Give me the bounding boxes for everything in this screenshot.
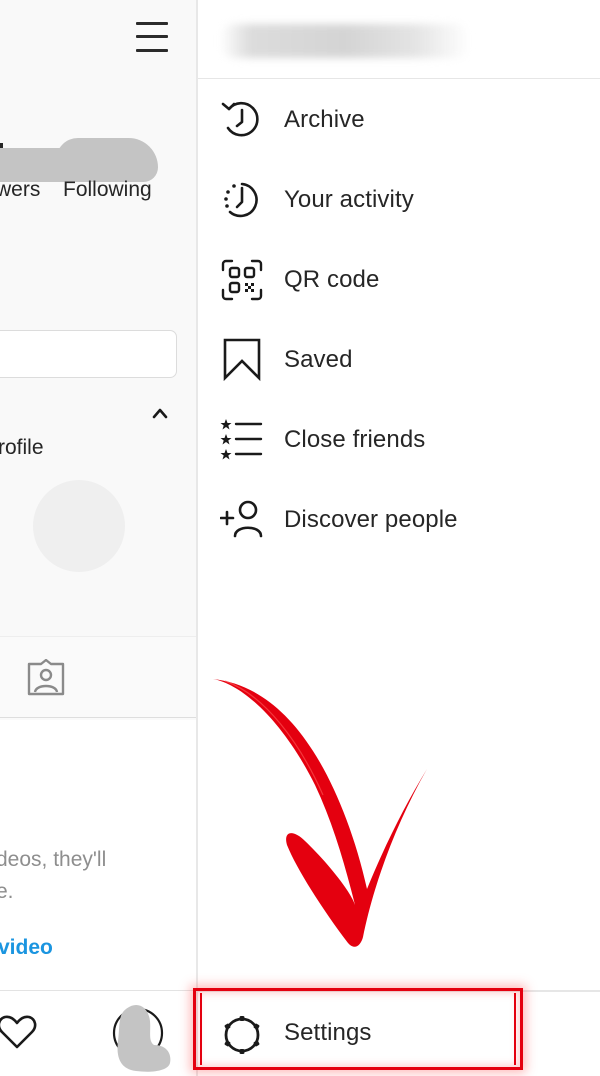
gear-icon [224, 1016, 260, 1054]
menu-item-your-activity[interactable]: Your activity [198, 160, 600, 240]
username-redacted [220, 24, 470, 58]
add-person-icon [220, 500, 263, 538]
following-label[interactable]: Following [63, 178, 152, 202]
settings-divider [198, 990, 600, 992]
bookmark-icon [223, 338, 261, 382]
menu-line [136, 22, 168, 25]
suggested-user-avatar[interactable] [33, 480, 125, 572]
qr-code-icon [221, 259, 263, 301]
menu-line [136, 49, 168, 52]
redacted-count [56, 138, 158, 182]
chevron-up-icon[interactable] [150, 405, 170, 421]
tagged-photos-icon[interactable] [26, 659, 66, 697]
menu-item-saved[interactable]: Saved [198, 320, 600, 400]
text-fragment [0, 143, 3, 148]
menu-item-label: Discover people [284, 506, 458, 533]
share-video-link[interactable]: video [0, 936, 53, 960]
activity-icon [224, 182, 258, 218]
menu-item-label: Close friends [284, 426, 426, 453]
heart-icon[interactable] [0, 1013, 38, 1051]
close-friends-icon [220, 419, 263, 460]
profile-page-background: wers Following rofile deos, they'll e. v… [0, 0, 197, 1076]
profile-avatar-icon[interactable] [112, 1001, 174, 1073]
menu-item-label: QR code [284, 266, 380, 293]
menu-item-discover-people[interactable]: Discover people [198, 480, 600, 560]
profile-tabs [0, 636, 197, 718]
menu-item-label: Your activity [284, 186, 414, 213]
empty-state-line-1: deos, they'll [0, 848, 107, 871]
drawer-header [198, 0, 600, 79]
menu-item-label: Saved [284, 346, 353, 373]
empty-state-text: deos, they'll e. [0, 844, 106, 908]
empty-state-line-2: e. [0, 880, 14, 903]
side-drawer: Archive Your activity QR code Saved Clos… [198, 0, 600, 1076]
edit-profile-button[interactable] [0, 330, 177, 378]
hamburger-menu-button[interactable] [134, 20, 172, 56]
bottom-navigation [0, 990, 197, 1076]
archive-icon [221, 101, 259, 137]
menu-item-archive[interactable]: Archive [198, 80, 600, 160]
menu-item-close-friends[interactable]: Close friends [198, 400, 600, 480]
menu-item-settings[interactable]: Settings [198, 993, 600, 1073]
menu-item-label: Settings [284, 1019, 372, 1046]
menu-item-qr-code[interactable]: QR code [198, 240, 600, 320]
discover-people-heading: rofile [0, 436, 44, 459]
menu-line [136, 35, 168, 38]
followers-label[interactable]: wers [0, 178, 40, 202]
menu-item-label: Archive [284, 106, 365, 133]
